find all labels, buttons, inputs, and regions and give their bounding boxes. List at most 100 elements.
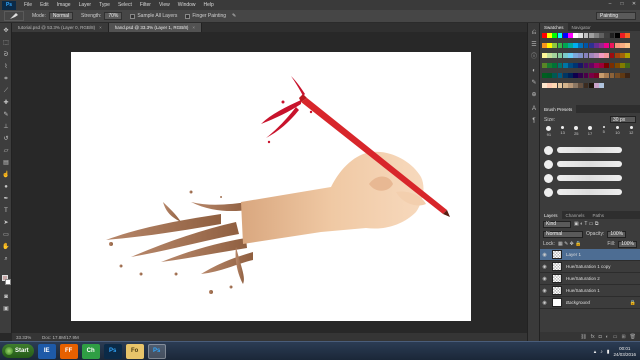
layer-row[interactable]: ◉ Background 🔒 (540, 297, 640, 309)
color-swatch[interactable] (557, 73, 563, 79)
zoom-tool-icon[interactable]: ⌕ (2, 255, 10, 263)
color-swatch[interactable] (625, 43, 630, 49)
character-icon[interactable]: A (530, 105, 538, 113)
color-swatch[interactable] (599, 33, 604, 38)
color-swatch[interactable] (562, 63, 568, 69)
layer-row[interactable]: ◉ Layer 1 (540, 249, 640, 261)
hand-tool-icon[interactable]: ✋ (2, 243, 10, 251)
color-swatch[interactable] (578, 43, 584, 49)
marquee-tool-icon[interactable]: ⬚ (2, 39, 10, 47)
visibility-eye-icon[interactable]: ◉ (540, 300, 549, 306)
zoom-level[interactable]: 33.33% (16, 335, 38, 340)
color-swatch[interactable] (583, 33, 589, 38)
color-swatch[interactable] (557, 43, 563, 49)
doc-tab[interactable]: tutorial.psd @ 53.3% (Layer 0, RGB/8) × (12, 23, 109, 32)
brush-stroke-preview[interactable] (544, 173, 622, 183)
ie-icon[interactable]: IE (37, 343, 56, 359)
close-tab-icon[interactable]: × (99, 25, 102, 30)
clone-source-icon[interactable]: ⊕ (530, 91, 538, 99)
dodge-tool-icon[interactable]: ● (2, 183, 10, 191)
color-swatch[interactable] (573, 73, 578, 79)
clone-stamp-tool-icon[interactable]: ⊥ (2, 123, 10, 131)
color-swatch[interactable] (620, 53, 625, 59)
info-icon[interactable]: ⓘ (530, 53, 538, 61)
color-swatch[interactable] (573, 43, 578, 49)
color-swatch[interactable] (542, 83, 547, 89)
color-swatch[interactable] (552, 53, 558, 59)
color-swatch[interactable] (620, 33, 625, 38)
color-swatch[interactable] (583, 83, 589, 89)
trash-icon[interactable]: 🗑 (630, 334, 636, 340)
color-swatch[interactable] (573, 63, 578, 69)
screen-mode-icon[interactable]: ▣ (2, 305, 10, 313)
color-swatch[interactable] (568, 33, 573, 38)
eraser-tool-icon[interactable]: ▱ (2, 147, 10, 155)
color-swatch[interactable] (609, 43, 615, 49)
color-swatch[interactable] (573, 53, 578, 59)
brush-tip[interactable]: 17 (585, 126, 595, 137)
color-swatch[interactable] (583, 53, 589, 59)
lasso-tool-icon[interactable]: ᘐ (2, 51, 10, 59)
brush-stroke-preview[interactable] (544, 187, 622, 197)
color-swatch[interactable] (583, 63, 589, 69)
color-swatch[interactable] (562, 43, 568, 49)
color-swatch[interactable] (604, 53, 610, 59)
color-swatch[interactable] (557, 33, 563, 38)
tray-arrow-icon[interactable]: ▴ (594, 349, 597, 355)
color-swatch[interactable] (573, 33, 578, 38)
color-swatch[interactable] (588, 33, 594, 38)
color-swatch[interactable] (552, 43, 558, 49)
brush-panel-icon[interactable]: ✎ (530, 79, 538, 87)
color-swatch[interactable] (547, 53, 552, 59)
color-swatch[interactable] (614, 63, 620, 69)
color-swatch[interactable] (614, 73, 620, 79)
brush-stroke-preview[interactable] (544, 145, 622, 155)
brush-tip[interactable]: 12 (626, 126, 636, 137)
photoshop-taskbar-icon[interactable]: Ps (103, 343, 122, 359)
color-swatch[interactable] (625, 63, 630, 69)
tab-channels[interactable]: Channels (562, 211, 589, 219)
color-swatch[interactable] (573, 83, 578, 89)
adjustment-icon[interactable]: ◐ (606, 334, 609, 340)
color-swatch[interactable] (547, 73, 552, 79)
tab-navigator[interactable]: Navigator (568, 23, 595, 31)
color-swatch[interactable] (594, 73, 599, 79)
color-swatch[interactable] (609, 33, 615, 38)
color-swatch[interactable] (599, 43, 604, 49)
folder-icon[interactable]: ▭ (613, 334, 618, 340)
background-color-swatch[interactable] (5, 279, 11, 285)
chrome-icon[interactable]: Ch (81, 343, 100, 359)
link-icon[interactable]: ⛓ (580, 334, 586, 340)
color-swatch[interactable] (568, 53, 573, 59)
workspace-select[interactable]: Painting (596, 12, 636, 20)
color-swatch[interactable] (562, 53, 568, 59)
color-swatch[interactable] (614, 53, 620, 59)
tool-preset-picker[interactable] (4, 11, 24, 21)
color-swatch[interactable] (604, 33, 610, 38)
color-swatch[interactable] (604, 43, 610, 49)
volume-icon[interactable]: ♪ (600, 349, 603, 355)
menu-type[interactable]: Type (99, 2, 110, 8)
doc-tab-active[interactable]: hand.psd @ 33.3% (Layer 1, RGB/8) × (108, 23, 202, 32)
color-swatch[interactable] (604, 63, 610, 69)
brush-tip[interactable]: 5 (599, 126, 609, 137)
menu-edit[interactable]: Edit (40, 2, 49, 8)
color-swatch[interactable] (562, 33, 568, 38)
color-swatch[interactable] (578, 73, 584, 79)
firefox-icon[interactable]: FF (59, 343, 78, 359)
tab-swatches[interactable]: Swatches (540, 23, 568, 31)
menu-select[interactable]: Select (118, 2, 132, 8)
color-swatch[interactable] (552, 73, 558, 79)
paragraph-icon[interactable]: ¶ (530, 117, 538, 125)
layer-row[interactable]: ◉ Hue/Saturation 1 copy (540, 261, 640, 273)
color-swatch[interactable] (583, 43, 589, 49)
type-tool-icon[interactable]: T (2, 207, 10, 215)
color-swatch[interactable] (547, 33, 552, 38)
color-swatch[interactable] (594, 83, 599, 89)
color-swatch[interactable] (547, 43, 552, 49)
color-swatch[interactable] (547, 63, 552, 69)
color-swatch[interactable] (588, 83, 594, 89)
color-swatch[interactable] (568, 83, 573, 89)
pressure-icon[interactable]: ✎ (232, 13, 236, 19)
color-swatch[interactable] (588, 63, 594, 69)
